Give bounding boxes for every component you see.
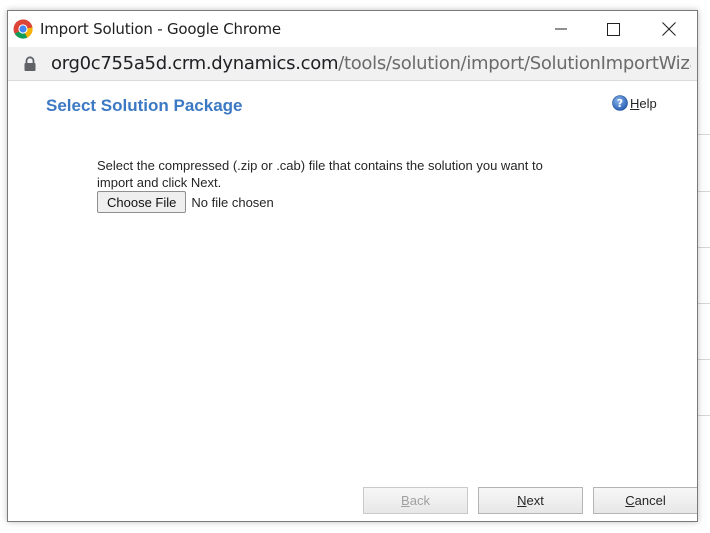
help-link[interactable]: ? Help [612, 95, 657, 111]
background-line [698, 303, 710, 304]
minimize-button[interactable] [538, 11, 584, 47]
next-button[interactable]: Next [478, 487, 583, 514]
chrome-logo-icon [13, 19, 33, 39]
back-label: Back [401, 493, 430, 508]
background-line [698, 134, 710, 135]
background-line [698, 247, 710, 248]
next-label: Next [517, 493, 544, 508]
instructions-text: Select the compressed (.zip or .cab) fil… [97, 158, 543, 190]
title-bar[interactable]: Import Solution - Google Chrome [8, 11, 697, 47]
url-path: /tools/solution/import/SolutionImportWiz… [338, 53, 691, 74]
back-button[interactable]: Back [363, 487, 468, 514]
choose-file-button[interactable]: Choose File [97, 191, 187, 213]
minimize-icon [555, 28, 567, 30]
url-host: org0c755a5d.crm.dynamics.com [51, 53, 339, 74]
close-icon [662, 22, 676, 36]
close-button[interactable] [646, 11, 692, 47]
maximize-icon [606, 22, 620, 36]
background-line [698, 359, 710, 360]
popup-window: Import Solution - Google Chrome org0c755… [7, 10, 698, 522]
maximize-button[interactable] [590, 11, 636, 47]
background-line [698, 191, 710, 192]
cancel-button[interactable]: Cancel [593, 487, 697, 514]
window-title: Import Solution - Google Chrome [40, 20, 281, 38]
lock-icon [24, 56, 36, 71]
svg-text:?: ? [617, 97, 623, 110]
page-title: Select Solution Package [46, 96, 243, 115]
help-label: Help [630, 95, 657, 111]
dialog-content: Select Solution Package ? Help Select th… [8, 81, 697, 521]
cancel-label: Cancel [625, 493, 666, 508]
help-icon: ? [612, 95, 628, 111]
url-text[interactable]: org0c755a5d.crm.dynamics.com/tools/solut… [51, 53, 691, 74]
background-line [698, 415, 710, 416]
file-status-text: No file chosen [191, 194, 274, 210]
file-input-row: Choose File No file chosen [97, 191, 274, 213]
address-bar[interactable]: org0c755a5d.crm.dynamics.com/tools/solut… [8, 47, 697, 81]
